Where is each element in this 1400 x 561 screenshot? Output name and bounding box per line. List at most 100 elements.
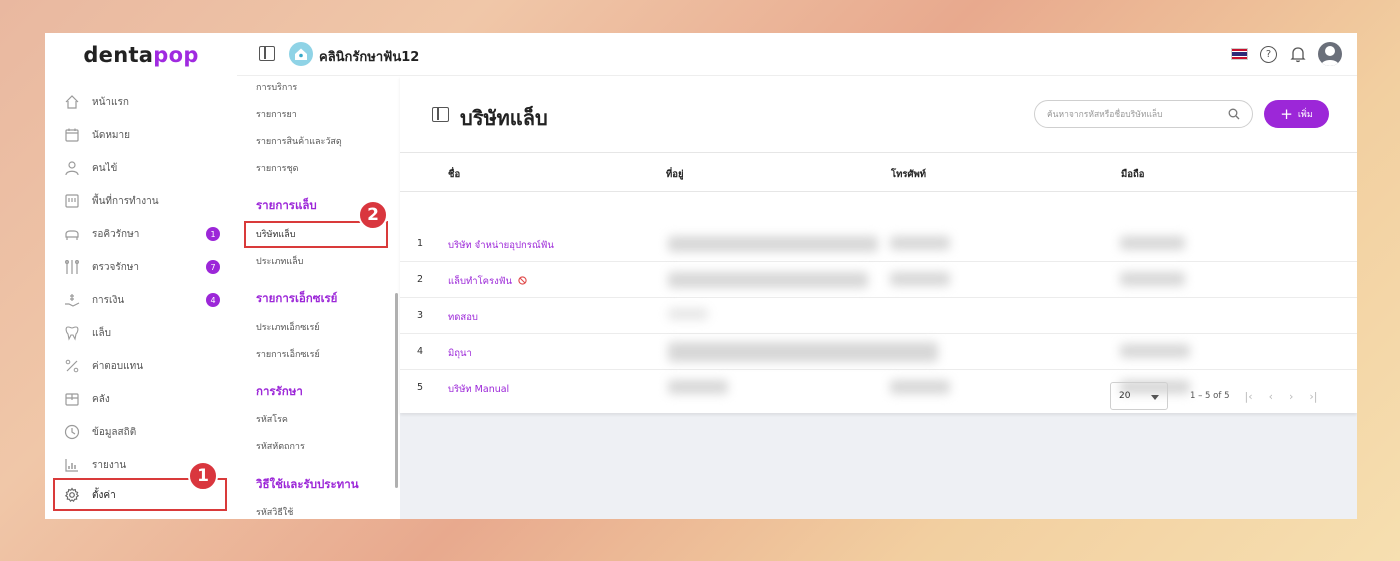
next-page-icon[interactable]: ›: [1289, 390, 1293, 403]
nav-label: หน้าแรก: [92, 96, 129, 108]
redacted-address: [668, 272, 868, 288]
nav-item-home[interactable]: หน้าแรก: [63, 89, 223, 115]
top-actions: ?: [1231, 42, 1342, 66]
home-icon: [63, 93, 81, 111]
count-badge: 1: [206, 227, 220, 241]
dental-tools-icon: [63, 258, 81, 276]
bell-icon[interactable]: [1289, 46, 1306, 63]
row-index: 3: [417, 310, 424, 321]
nav-label: ตรวจรักษา: [92, 261, 139, 273]
submenu-item-disease-code[interactable]: รหัสโรค: [256, 412, 288, 426]
nav-item-workspace[interactable]: พื้นที่การทำงาน: [63, 188, 223, 214]
row-name[interactable]: ทดสอบ: [448, 310, 478, 325]
redacted-mobile: [1120, 236, 1185, 250]
submenu-item-xray-type[interactable]: ประเภทเอ็กซเรย์: [256, 320, 320, 334]
nav-item-treatment[interactable]: ตรวจรักษา 7: [63, 254, 223, 280]
nav-label: ค่าตอบแทน: [92, 360, 144, 372]
nav-item-commission[interactable]: ค่าตอบแทน: [63, 353, 223, 379]
logo-suffix: pop: [153, 43, 199, 67]
add-label: เพิ่ม: [1297, 110, 1313, 120]
count-badge: 7: [206, 260, 220, 274]
row-name[interactable]: มิถุนา: [448, 346, 472, 361]
nav-item-appointments[interactable]: นัดหมาย: [63, 122, 223, 148]
last-page-icon[interactable]: ›|: [1309, 390, 1317, 403]
nav-item-queue[interactable]: รอคิวรักษา 1: [63, 221, 223, 247]
page-nav: |‹ ‹ › ›|: [1244, 390, 1317, 403]
submenu-item-sets[interactable]: รายการชุด: [256, 161, 298, 175]
submenu-header-usage: วิธีใช้และรับประทาน: [256, 477, 359, 491]
report-chart-icon: [63, 456, 81, 474]
column-mobile[interactable]: มือถือ: [1121, 167, 1144, 182]
redacted-phone: [890, 272, 950, 286]
rows-per-page-select[interactable]: 20: [1110, 382, 1168, 410]
column-name[interactable]: ชื่อ: [448, 167, 460, 182]
stats-icon: [63, 423, 81, 441]
column-phone[interactable]: โทรศัพท์: [891, 167, 926, 182]
nav-label: รอคิวรักษา: [92, 228, 140, 240]
redacted-mobile: [1120, 344, 1190, 358]
submenu-item-drugs[interactable]: รายการยา: [256, 107, 297, 121]
app-window: dentapop หน้าแรก นัดหมาย คนไข้ พื้นที่กา…: [45, 33, 1357, 519]
nav-item-finance[interactable]: การเงิน 4: [63, 287, 223, 313]
nav-label: นัดหมาย: [92, 129, 130, 141]
redacted-address: [668, 380, 728, 394]
row-name[interactable]: บริษัท Manual: [448, 382, 509, 397]
logo-prefix: denta: [83, 43, 154, 67]
redacted-phone: [890, 380, 950, 394]
row-name-text: แล็บทำโครงฟัน: [448, 276, 512, 287]
sidebar-toggle-icon[interactable]: [259, 46, 275, 61]
caret-down-icon: [1151, 395, 1159, 400]
step-2-marker: 2: [358, 200, 388, 230]
nav-item-patients[interactable]: คนไข้: [63, 155, 223, 181]
prev-page-icon[interactable]: ‹: [1269, 390, 1273, 403]
settings-submenu: การบริการ รายการยา รายการสินค้าและวัสดุ …: [237, 76, 400, 519]
table-row[interactable]: 3 ทดสอบ: [400, 298, 1357, 334]
row-index: 5: [417, 382, 424, 393]
submenu-item-products[interactable]: รายการสินค้าและวัสดุ: [256, 134, 342, 148]
add-button[interactable]: + เพิ่ม: [1264, 100, 1329, 128]
help-icon[interactable]: ?: [1260, 45, 1277, 63]
table-row[interactable]: 1 บริษัท จำหน่ายอุปกรณ์ฟัน: [400, 226, 1357, 262]
user-avatar[interactable]: [1318, 42, 1342, 66]
submenu-scrollbar[interactable]: [395, 293, 398, 488]
pagination: 20 1 – 5 of 5 |‹ ‹ › ›|: [1110, 382, 1318, 410]
table-row[interactable]: 4 มิถุนา: [400, 334, 1357, 370]
app-logo[interactable]: dentapop: [45, 43, 237, 67]
submenu-item-procedure-code[interactable]: รหัสหัตถการ: [256, 439, 305, 453]
submenu-item-lab-type[interactable]: ประเภทแล็บ: [256, 254, 303, 268]
row-name[interactable]: แล็บทำโครงฟัน: [448, 274, 527, 289]
plus-icon: +: [1280, 104, 1293, 123]
thai-flag-icon[interactable]: [1231, 48, 1248, 60]
nav-label: คนไข้: [92, 162, 118, 174]
submenu-item-services[interactable]: การบริการ: [256, 80, 297, 94]
clinic-home-icon: [289, 42, 313, 66]
submenu-item-xray-list[interactable]: รายการเอ็กซเรย์: [256, 347, 320, 361]
step-1-marker: 1: [188, 461, 218, 491]
money-hand-icon: [63, 291, 81, 309]
submenu-item-usage-code[interactable]: รหัสวิธีใช้: [256, 505, 293, 519]
nav-label: พื้นที่การทำงาน: [92, 195, 159, 207]
first-page-icon[interactable]: |‹: [1244, 390, 1252, 403]
panel-icon: [432, 107, 449, 122]
user-icon: [63, 159, 81, 177]
column-address[interactable]: ที่อยู่: [666, 167, 684, 182]
calendar-icon: [63, 126, 81, 144]
nav-item-stats[interactable]: ข้อมูลสถิติ: [63, 419, 223, 445]
redacted-phone: [890, 236, 950, 250]
search-input[interactable]: ค้นหาจากรหัสหรือชื่อบริษัทแล็บ: [1034, 100, 1253, 128]
row-name[interactable]: บริษัท จำหน่ายอุปกรณ์ฟัน: [448, 238, 554, 253]
row-index: 1: [417, 238, 424, 249]
lab-company-card: บริษัทแล็บ ค้นหาจากรหัสหรือชื่อบริษัทแล็…: [400, 76, 1357, 413]
search-icon[interactable]: [1228, 108, 1240, 123]
tooth-icon: [63, 324, 81, 342]
left-nav: dentapop หน้าแรก นัดหมาย คนไข้ พื้นที่กา…: [45, 33, 237, 519]
page-range: 1 – 5 of 5: [1190, 391, 1230, 401]
nav-item-inventory[interactable]: คลัง: [63, 386, 223, 412]
submenu-header-lab: รายการแล็บ: [256, 198, 317, 212]
clinic-name[interactable]: คลินิกรักษาฟัน12: [319, 46, 419, 67]
row-index: 2: [417, 274, 424, 285]
count-badge: 4: [206, 293, 220, 307]
table-row[interactable]: 2 แล็บทำโครงฟัน: [400, 262, 1357, 298]
nav-item-lab[interactable]: แล็บ: [63, 320, 223, 346]
nav-label: คลัง: [92, 393, 110, 405]
